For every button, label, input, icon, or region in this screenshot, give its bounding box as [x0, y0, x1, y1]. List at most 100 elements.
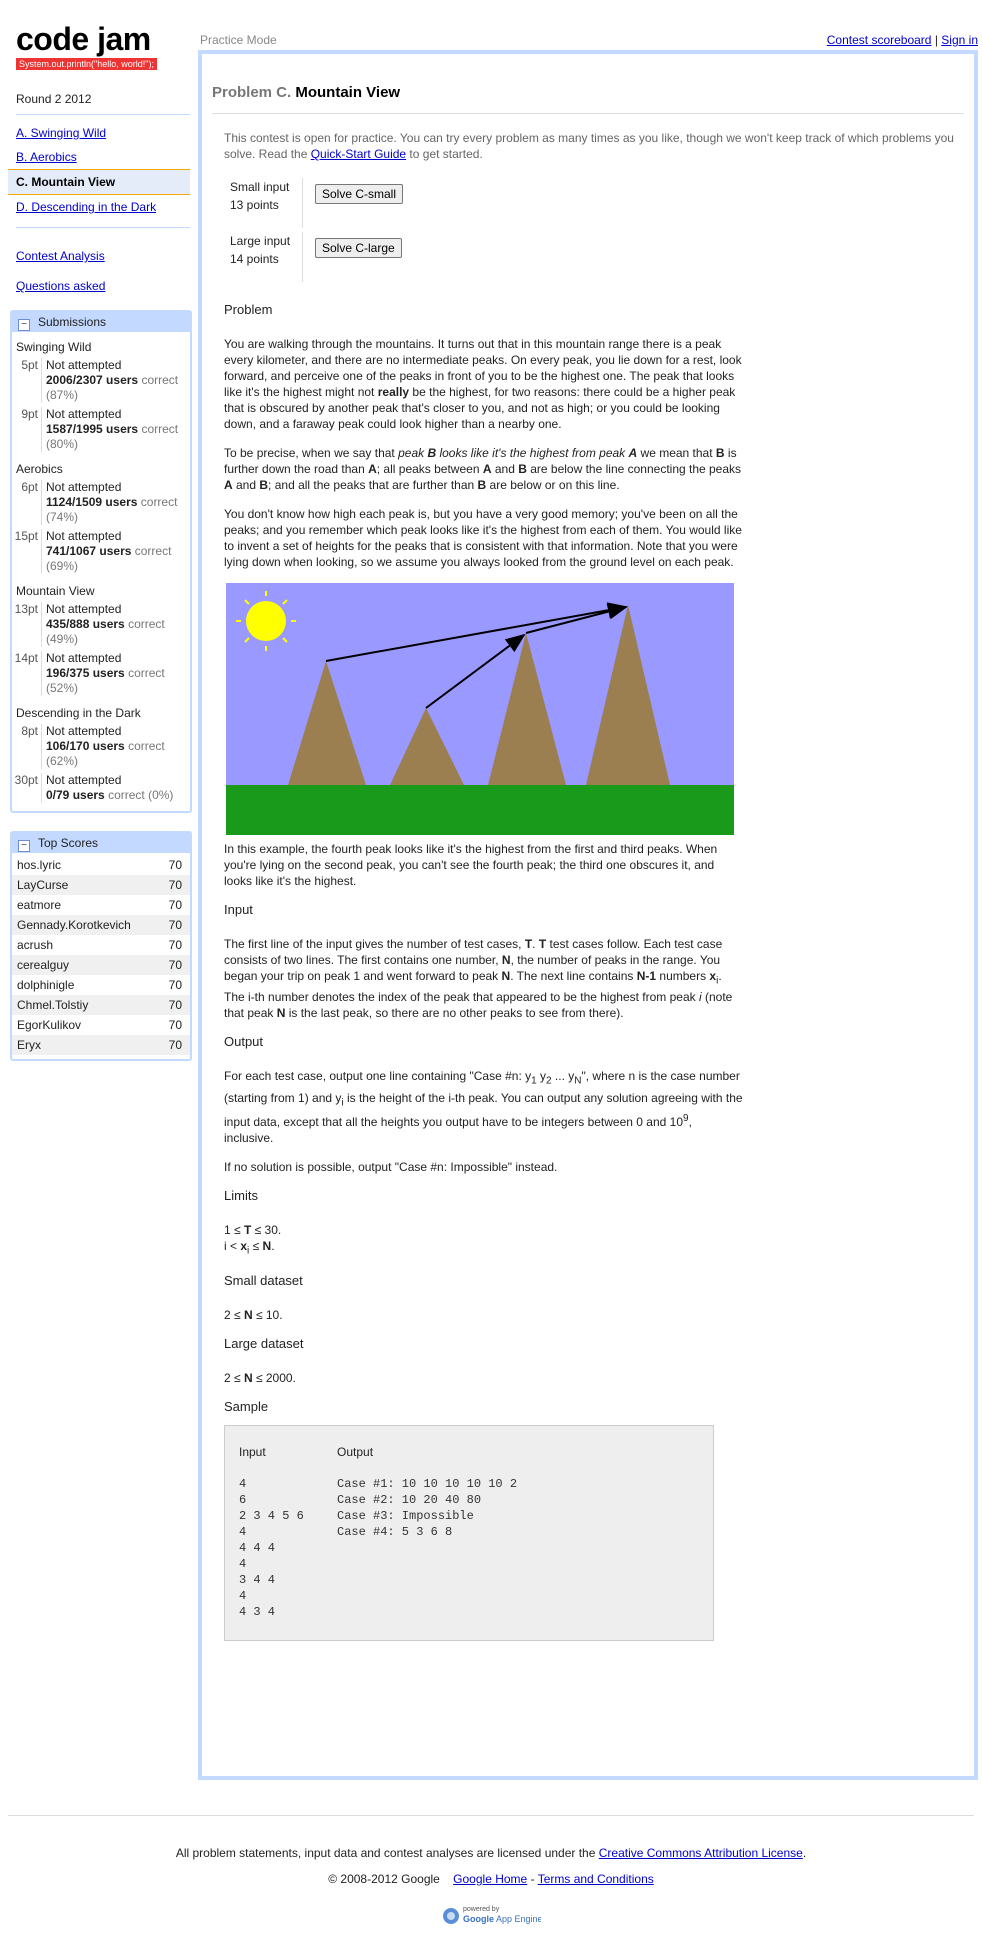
- score: 70: [168, 938, 182, 952]
- status: Not attempted: [46, 407, 122, 421]
- section-heading-large-dataset: Large dataset: [224, 1335, 304, 1351]
- score: 70: [168, 1038, 182, 1052]
- problem-statement: Problem You are walking through the moun…: [224, 302, 744, 1641]
- collapse-icon[interactable]: −: [18, 840, 30, 852]
- app-engine-name-text: App Engine: [496, 1914, 541, 1924]
- small-input-points: 13 points: [230, 198, 279, 212]
- app-engine-badge[interactable]: powered by Google App Engine: [441, 1902, 543, 1928]
- collapse-icon[interactable]: −: [18, 319, 30, 331]
- powered-by-text: powered by: [463, 1906, 500, 1913]
- score: 70: [168, 918, 182, 932]
- small-input-label: Small input: [230, 180, 290, 194]
- submission-group-title: Descending in the Dark: [16, 706, 141, 720]
- copyright-line: © 2008-2012 Google Google Home - Terms a…: [328, 1872, 654, 1886]
- sample-input: 4 6 2 3 4 5 6 4 4 4 4 4 3 4 4 4 4 3 4: [239, 1476, 304, 1619]
- large-input-label: Large input: [230, 234, 291, 248]
- submissions-list: Swinging Wild 5pt Not attempted 2006/2307 …: [12, 332, 190, 811]
- users: 741/1067 users: [46, 544, 132, 558]
- status: Not attempted: [46, 480, 122, 494]
- divider: [212, 113, 964, 114]
- submission-row: 15pt Not attempted 741/1067 users correct …: [12, 527, 190, 576]
- points: 8pt: [21, 724, 38, 738]
- status: Not attempted: [46, 358, 122, 372]
- status: Not attempted: [46, 651, 122, 665]
- submission-row: 8pt Not attempted 106/170 users correct (6…: [12, 722, 190, 771]
- score-row: cerealguy 70: [12, 955, 190, 975]
- problem-link-d[interactable]: D. Descending in the Dark: [8, 195, 190, 219]
- points: 13pt: [14, 602, 38, 616]
- output-description: For each test case, output one line cont…: [224, 1069, 743, 1146]
- score-row: EgorKulikov 70: [12, 1015, 190, 1035]
- score: 70: [168, 858, 182, 872]
- app-engine-icon: powered by Google App Engine: [443, 1906, 543, 1924]
- points: 9pt: [21, 407, 38, 421]
- section-heading-problem: Problem: [224, 302, 273, 317]
- terms-link[interactable]: Terms and Conditions: [538, 1872, 654, 1886]
- status: Not attempted: [46, 773, 122, 787]
- sample-box: Input Output 4 6 2 3 4 5 6 4 4 4 4 4 3 4…: [224, 1424, 714, 1641]
- submission-row: 6pt Not attempted 1124/1509 users correct …: [12, 478, 190, 527]
- points: 5pt: [21, 358, 38, 372]
- license-line: All problem statements, input data and c…: [175, 1846, 807, 1860]
- score: 70: [168, 998, 182, 1012]
- score-row: Gennady.Korotkevich 70: [12, 915, 190, 935]
- creative-commons-link[interactable]: Creative Commons Attribution License: [599, 1846, 803, 1860]
- round-title: Round 2 2012: [16, 92, 92, 106]
- google-home-link[interactable]: Google Home: [453, 1872, 527, 1886]
- divider: [16, 227, 190, 228]
- contest-analysis-link[interactable]: Contest Analysis: [8, 246, 190, 266]
- score: 70: [168, 958, 182, 972]
- submission-group-title: Mountain View: [16, 584, 95, 598]
- submissions-header[interactable]: − Submissions: [12, 312, 190, 332]
- score: 70: [168, 898, 182, 912]
- status: Not attempted: [46, 602, 122, 616]
- top-scores-panel: − Top Scores hos.lyric 70 LayCurse 70 eatmo…: [10, 831, 192, 1061]
- top-scores-header[interactable]: − Top Scores: [12, 833, 190, 853]
- submission-row: 30pt Not attempted 0/79 users correct (0%): [12, 771, 190, 805]
- problem-link-a[interactable]: A. Swinging Wild: [8, 121, 190, 145]
- sign-in-link[interactable]: Sign in: [941, 33, 978, 47]
- statement-paragraph: You are walking through the mountains. I…: [224, 337, 742, 431]
- submissions-title: Submissions: [38, 315, 107, 329]
- submission-group-title: Aerobics: [16, 462, 63, 476]
- impossible-note: If no solution is possible, output "Case…: [224, 1160, 558, 1175]
- submission-row: 14pt Not attempted 196/375 users correct (…: [12, 649, 190, 698]
- logo-tagline: System.out.println("hello, world!");: [16, 58, 157, 70]
- figure-caption: In this example, the fourth peak looks l…: [224, 842, 718, 888]
- submission-group: Descending in the Dark 8pt Not attempted 1…: [12, 698, 190, 811]
- problem-link-c[interactable]: C. Mountain View: [8, 169, 190, 195]
- problem-prefix: Problem C.: [212, 84, 292, 101]
- score-row: acrush 70: [12, 935, 190, 955]
- section-heading-output: Output: [224, 1034, 264, 1050]
- contest-scoreboard-link[interactable]: Contest scoreboard: [827, 33, 932, 47]
- points: 14pt: [14, 651, 38, 665]
- large-dataset-limits: 2 ≤ N ≤ 2000.: [224, 1370, 296, 1385]
- score-row: Eryx 70: [12, 1035, 190, 1055]
- solve-large-button[interactable]: Solve C-large: [315, 238, 402, 258]
- problem-link-b[interactable]: B. Aerobics: [8, 145, 190, 169]
- solve-large-row: Large input 14 points Solve C-large: [224, 232, 403, 286]
- score-row: Chmel.Tolstiy 70: [12, 995, 190, 1015]
- submissions-panel: − Submissions Swinging Wild 5pt Not attemp…: [10, 310, 192, 813]
- questions-asked-link[interactable]: Questions asked: [8, 276, 190, 296]
- section-heading-small-dataset: Small dataset: [224, 1272, 303, 1288]
- submission-group: Mountain View 13pt Not attempted 435/888 u…: [12, 576, 190, 698]
- link-separator: |: [934, 33, 938, 47]
- contestant-name: dolphinigle: [17, 978, 75, 992]
- users: 435/888 users: [46, 617, 125, 631]
- logo-title[interactable]: code jam: [16, 22, 190, 56]
- users: 1124/1509 users: [46, 495, 138, 509]
- input-description: The first line of the input gives the nu…: [224, 937, 733, 1021]
- copyright: © 2008-2012 Google: [328, 1872, 440, 1886]
- submission-row: 13pt Not attempted 435/888 users correct (…: [12, 600, 190, 649]
- grass: [226, 785, 734, 835]
- contestant-name: Gennady.Korotkevich: [17, 918, 131, 932]
- submission-group: Swinging Wild 5pt Not attempted 2006/2307 …: [12, 332, 190, 454]
- solve-small-button[interactable]: Solve C-small: [315, 184, 404, 204]
- score: 70: [168, 878, 182, 892]
- quick-start-guide-link[interactable]: Quick-Start Guide: [311, 147, 406, 161]
- score-row: LayCurse 70: [12, 875, 190, 895]
- contestant-name: Eryx: [17, 1038, 41, 1052]
- status: Not attempted: [46, 529, 122, 543]
- section-heading-sample: Sample: [224, 1398, 269, 1414]
